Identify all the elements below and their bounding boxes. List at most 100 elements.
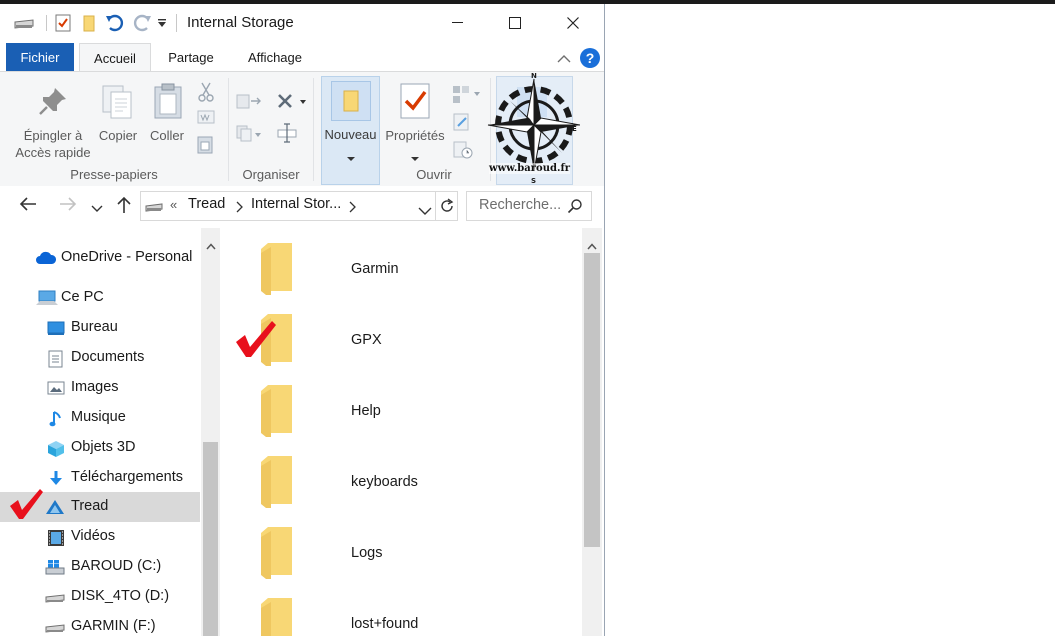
folder-icon [261,527,292,579]
move-to-icon[interactable] [236,92,264,113]
nav-item-ce-pc[interactable]: Ce PC [0,283,200,313]
group-label-organize: Organiser [242,167,300,182]
nav-item-garmin-f[interactable]: GARMIN (F:) [0,612,200,636]
recent-locations-icon[interactable] [91,200,103,216]
up-button[interactable] [116,195,132,218]
copy-icon[interactable] [101,84,135,123]
title-divider [176,14,177,32]
nav-item-documents[interactable]: Documents [0,343,200,373]
breadcrumb-tread[interactable]: Tread [188,196,225,212]
address-bar[interactable]: « Tread Internal Stor... [140,191,458,221]
drive-icon [45,619,65,635]
nav-item-label: DISK_4TO (D:) [71,588,170,604]
folder-item[interactable]: lost+found [258,594,558,636]
maximize-button[interactable] [486,4,544,41]
breadcrumb-overflow[interactable]: « [170,197,177,212]
nav-item-baroud-c[interactable]: BAROUD (C:) [0,552,200,582]
address-divider [435,192,436,220]
properties-icon[interactable] [399,82,431,123]
nav-item-objets-3d[interactable]: Objets 3D [0,433,200,463]
folder-name: keyboards [351,474,418,490]
chevron-right-icon[interactable] [235,200,243,216]
scroll-up-icon[interactable] [206,237,216,253]
music-icon [49,410,67,427]
group-divider [228,78,229,181]
rename-icon[interactable] [276,122,298,147]
address-row: « Tread Internal Stor... Recherche... [0,186,604,228]
folder-item[interactable]: Logs [258,523,558,593]
file-list-scrollbar[interactable] [582,228,602,636]
pin-label-line1: Épingler à [23,128,83,143]
downloads-icon [48,470,66,486]
customize-toolbar-icon[interactable] [154,13,170,33]
folder-icon [261,456,292,508]
copy-path-icon[interactable] [197,110,215,127]
nav-item-bureau[interactable]: Bureau [0,313,200,343]
pin-quick-access-button[interactable]: Épingler à Accès rapide [8,127,98,161]
nav-item-musique[interactable]: Musique [0,403,200,433]
minimize-button[interactable] [428,4,486,41]
open-icon[interactable] [452,84,482,109]
undo-icon[interactable] [103,13,127,33]
paste-button[interactable]: Coller [144,127,190,144]
history-icon[interactable] [452,140,474,163]
ribbon-home: Épingler à Accès rapide Copier Coller Pr… [0,71,604,188]
group-label-clipboard: Presse-papiers [70,167,158,182]
folder-item[interactable]: Help [258,381,558,451]
chevron-right-icon[interactable] [348,200,356,216]
nav-item-label: Images [71,379,119,395]
properties-button[interactable]: Propriétés [381,127,449,144]
nav-item-videos[interactable]: Vidéos [0,522,200,552]
desktop-icon [47,320,65,336]
nav-scrollbar[interactable] [201,228,220,636]
refresh-icon[interactable] [439,198,455,217]
folder-item[interactable]: Garmin [258,239,558,309]
breadcrumb-internal-storage[interactable]: Internal Stor... [251,196,341,212]
address-history-icon[interactable] [418,202,432,218]
nav-item-label: Tread [71,498,109,514]
pin-icon[interactable] [38,86,68,119]
folder-item[interactable]: keyboards [258,452,558,522]
group-label-open: Ouvrir [416,167,452,182]
forward-button[interactable] [58,196,78,215]
tab-accueil[interactable]: Accueil [79,43,151,73]
nav-item-onedrive[interactable]: OneDrive - Personal [0,243,200,273]
onedrive-icon [35,250,57,266]
folder-name: Garmin [351,261,399,277]
svg-text:S: S [531,177,536,185]
tab-affichage[interactable]: Affichage [236,43,314,72]
window-title: Internal Storage [187,14,294,31]
new-folder-qa-icon[interactable] [78,13,100,33]
file-scroll-thumb[interactable] [584,253,600,547]
back-button[interactable] [18,196,38,215]
this-pc-icon [36,290,58,306]
nav-item-images[interactable]: Images [0,373,200,403]
delete-icon[interactable] [276,92,308,113]
search-box[interactable]: Recherche... [466,191,592,221]
copy-to-icon[interactable] [236,124,264,145]
paste-shortcut-icon[interactable] [197,134,213,157]
properties-qa-icon[interactable] [52,13,74,33]
copy-button[interactable]: Copier [92,127,144,144]
navigation-pane: OneDrive - Personal Ce PC Bureau Documen… [0,228,220,636]
search-input[interactable]: Recherche... [479,197,561,213]
chevron-down-icon [410,149,420,165]
device-icon [145,200,163,216]
new-button[interactable]: Nouveau [321,76,380,185]
tab-fichier[interactable]: Fichier [6,43,74,72]
edit-icon[interactable] [452,112,472,135]
cut-icon[interactable] [197,82,215,105]
close-button[interactable] [544,4,602,41]
scroll-up-icon[interactable] [587,237,597,253]
folder-item[interactable]: GPX [258,310,558,380]
nav-item-disk-4to-d[interactable]: DISK_4TO (D:) [0,582,200,612]
nav-item-label: Objets 3D [71,439,136,455]
collapse-ribbon-icon[interactable] [557,51,571,65]
help-icon[interactable]: ? [580,48,600,68]
search-icon[interactable] [567,198,583,217]
nav-scroll-thumb[interactable] [203,442,218,636]
pin-label-line2: Accès rapide [15,145,91,160]
redo-icon[interactable] [130,13,154,33]
paste-icon[interactable] [152,82,184,123]
tab-partage[interactable]: Partage [155,43,227,72]
